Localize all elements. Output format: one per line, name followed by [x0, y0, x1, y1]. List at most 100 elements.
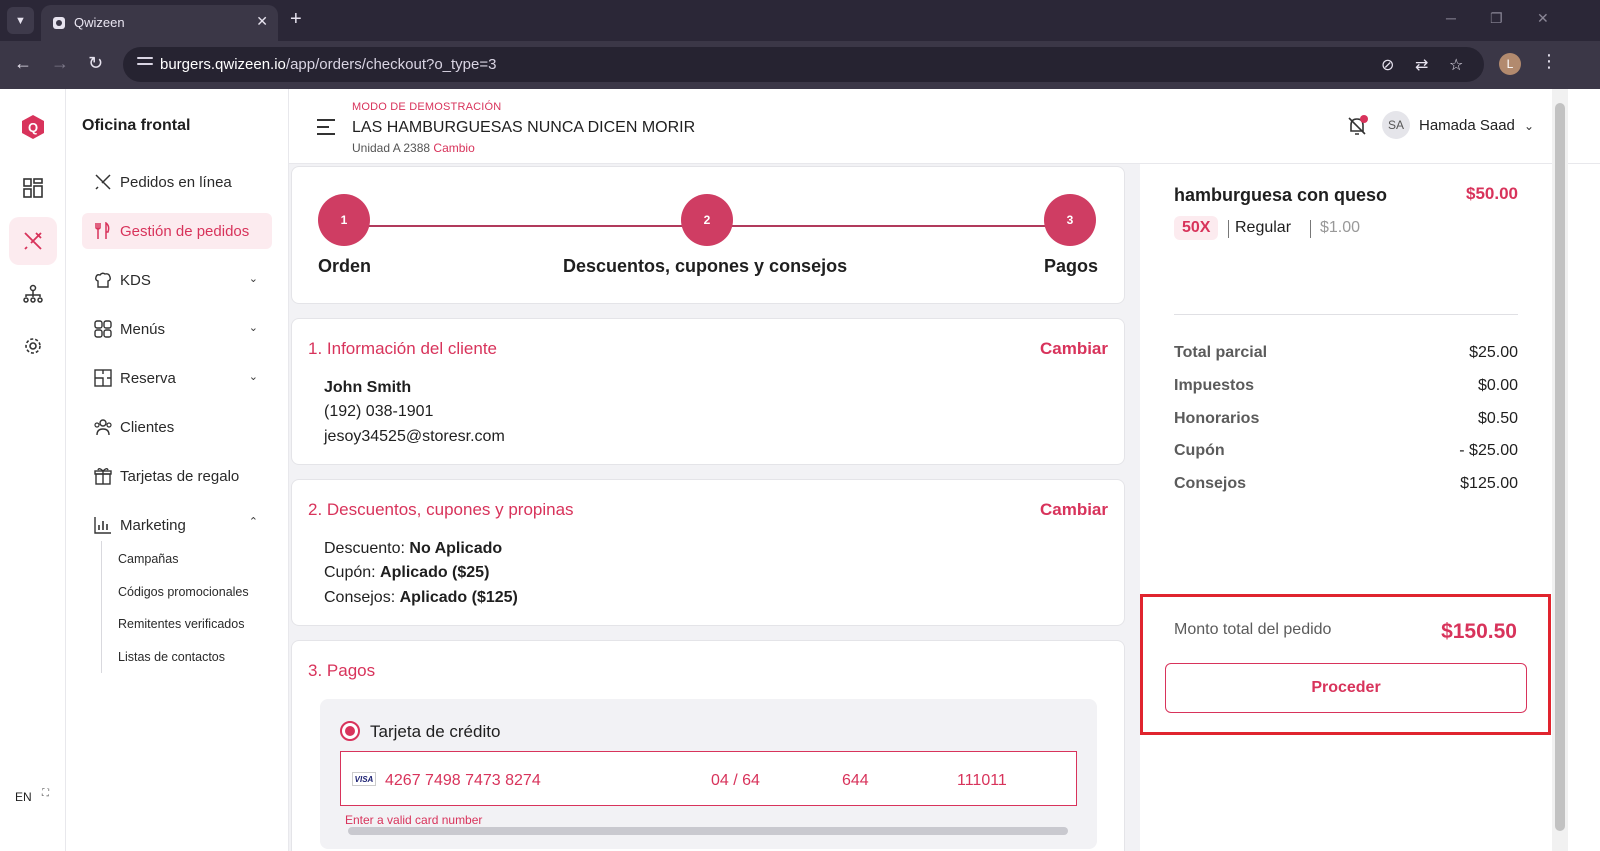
gift-icon	[92, 465, 114, 487]
site-info-icon[interactable]	[137, 57, 153, 71]
users-icon	[92, 416, 114, 438]
utensils-icon[interactable]	[20, 228, 46, 254]
profile-avatar[interactable]: L	[1499, 53, 1521, 75]
tab-title: Qwizeen	[74, 15, 125, 30]
sidebar-item-label: Tarjetas de regalo	[120, 467, 240, 485]
discounts-section-title: 2. Descuentos, cupones y propinas	[308, 500, 574, 519]
submenu-item-contact-lists[interactable]: Listas de contactos	[118, 650, 225, 664]
item-price: $50.00	[1466, 184, 1518, 203]
step-3-label: Pagos	[1043, 256, 1098, 276]
step-1-label: Orden	[318, 256, 372, 276]
summary-row-subtotal: Total parcial $25.00	[1174, 344, 1518, 361]
language-label: EN	[15, 790, 32, 804]
order-summary: hamburguesa con queso $50.00 50X Regular…	[1140, 164, 1552, 851]
tracking-protection-icon[interactable]: ⊘	[1381, 55, 1394, 75]
tab-search-button[interactable]: ▼	[7, 7, 34, 34]
close-window-icon[interactable]: ✕	[1537, 10, 1549, 27]
scrollbar-thumb[interactable]	[1555, 103, 1565, 831]
separator	[1310, 220, 1311, 238]
app: Q EN ⛶ Oficina frontal Pedidos en línea …	[0, 89, 1600, 851]
notification-dot	[1360, 115, 1368, 123]
user-avatar[interactable]: SA	[1382, 111, 1410, 139]
new-tab-icon[interactable]: +	[290, 8, 302, 31]
browser-tab[interactable]: Qwizeen ✕	[41, 5, 278, 41]
sidebar-title: Oficina frontal	[82, 117, 191, 134]
minimize-icon[interactable]: ─	[1446, 10, 1456, 26]
settings-gear-icon[interactable]	[20, 333, 46, 359]
submenu-item-verified-senders[interactable]: Remitentes verificados	[118, 617, 244, 631]
card-error-message: Enter a valid card number	[345, 813, 483, 827]
credit-card-label[interactable]: Tarjeta de crédito	[370, 722, 500, 742]
sidebar-item-customers[interactable]: Clientes	[82, 409, 272, 445]
stepper-card: 1 2 3 Orden Descuentos, cupones y consej…	[291, 166, 1125, 304]
back-icon[interactable]: ←	[14, 53, 32, 74]
item-variant: Regular	[1235, 219, 1292, 236]
browser-tabbar: ▼ Qwizeen ✕ + ─ ❐ ✕	[0, 0, 1600, 41]
chevron-down-icon: ⌄	[248, 371, 258, 383]
bar-chart-icon	[92, 514, 114, 536]
chevron-down-icon[interactable]: ⌄	[1524, 119, 1534, 133]
change-customer-link[interactable]: Cambiar	[1040, 339, 1108, 359]
chevron-down-icon: ⌄	[248, 322, 258, 334]
browser-menu-icon[interactable]: ⋮	[1540, 51, 1558, 72]
reload-icon[interactable]: ↻	[88, 53, 103, 74]
close-tab-icon[interactable]: ✕	[256, 13, 268, 30]
notification-bell-off-icon[interactable]	[1346, 115, 1368, 137]
item-quantity-badge: 50X	[1174, 216, 1219, 240]
unit-label: Unidad A 2388	[352, 141, 431, 155]
sidebar-item-menus[interactable]: Menús ⌄	[82, 311, 272, 347]
fork-knife-icon	[92, 220, 114, 242]
summary-row-tips: Consejos $125.00	[1174, 475, 1518, 492]
card-number-input[interactable]: 4267 7498 7473 8274	[385, 772, 541, 790]
change-discounts-link[interactable]: Cambiar	[1040, 500, 1108, 520]
card-cvc-input[interactable]: 644	[842, 772, 869, 790]
discounts-card: 2. Descuentos, cupones y propinas Cambia…	[291, 479, 1125, 626]
step-3-circle[interactable]: 3	[1044, 194, 1096, 246]
change-unit-link[interactable]: Cambio	[433, 141, 474, 155]
submenu-item-promo-codes[interactable]: Códigos promocionales	[118, 585, 249, 599]
proceed-button[interactable]: Proceder	[1165, 663, 1527, 713]
customer-section-title: 1. Información del cliente	[308, 339, 497, 358]
sidebar-item-online-orders[interactable]: Pedidos en línea	[82, 164, 272, 200]
sidebar-item-order-management[interactable]: Gestión de pedidos	[82, 213, 272, 249]
step-1-circle[interactable]: 1	[318, 194, 370, 246]
forward-icon[interactable]: →	[51, 53, 69, 74]
card-zip-input[interactable]: 111011	[957, 772, 1007, 790]
unit-info: Unidad A 2388 Cambio	[352, 141, 475, 155]
qwizeen-logo[interactable]: Q	[22, 115, 44, 139]
sidebar-item-label: KDS	[120, 271, 151, 289]
chevron-down-icon: ⌄	[248, 273, 258, 285]
step-2-circle[interactable]: 2	[681, 194, 733, 246]
user-name[interactable]: Hamada Saad	[1419, 117, 1515, 134]
horizontal-scrollbar[interactable]	[348, 827, 1068, 835]
sidebar-item-label: Clientes	[120, 418, 175, 436]
submenu-item-campaigns[interactable]: Campañas	[118, 552, 178, 566]
sidebar-item-reservation[interactable]: Reserva ⌄	[82, 360, 272, 396]
dashboard-icon[interactable]	[20, 175, 46, 201]
card-expiry-input[interactable]: 04 / 64	[711, 772, 760, 790]
restore-icon[interactable]: ❐	[1490, 10, 1503, 27]
card-input-field[interactable]: VISA 4267 7498 7473 8274 04 / 64 644 111…	[340, 751, 1077, 806]
icon-rail: Q EN ⛶	[0, 89, 66, 851]
language-switcher[interactable]: EN ⛶	[6, 786, 52, 808]
sidebar-item-label: Marketing	[120, 516, 186, 534]
item-name: hamburguesa con queso	[1174, 185, 1388, 205]
qwizeen-favicon-icon	[53, 17, 65, 29]
hierarchy-icon[interactable]	[20, 281, 46, 307]
translate-icon[interactable]: ⇄	[1415, 55, 1428, 75]
address-bar[interactable]: burgers.qwizeen.io/app/orders/checkout?o…	[123, 47, 1484, 82]
menu-toggle-icon[interactable]	[317, 119, 335, 140]
credit-card-radio[interactable]	[340, 721, 360, 741]
sidebar-item-label: Reserva	[120, 369, 176, 387]
bookmark-star-icon[interactable]: ☆	[1449, 55, 1463, 75]
coupon-line: Cupón: Aplicado ($25)	[324, 564, 490, 581]
sidebar-item-marketing[interactable]: Marketing ⌃	[82, 507, 272, 543]
sidebar-item-gift-cards[interactable]: Tarjetas de regalo	[82, 458, 272, 494]
submenu-line	[101, 541, 102, 673]
vertical-scrollbar[interactable]	[1552, 89, 1568, 851]
summary-divider	[1174, 314, 1518, 315]
sidebar-item-kds[interactable]: KDS ⌄	[82, 262, 272, 298]
discount-line: Descuento: No Aplicado	[324, 540, 503, 557]
sidebar-item-label: Gestión de pedidos	[120, 222, 250, 240]
app-header: MODO DE DEMOSTRACIÓN LAS HAMBURGUESAS NU…	[289, 89, 1600, 164]
